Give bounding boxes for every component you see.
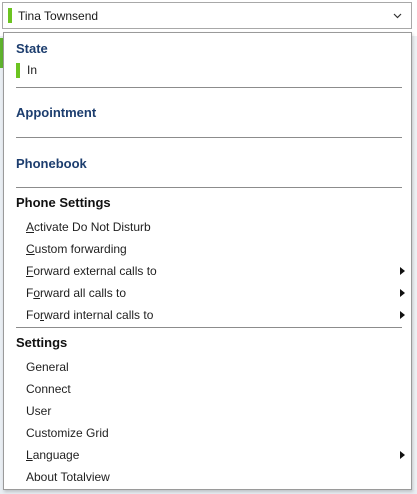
separator xyxy=(16,87,402,88)
submenu-arrow-icon xyxy=(398,266,406,276)
menu-item-user[interactable]: User xyxy=(26,401,408,421)
user-status-indicator xyxy=(8,8,12,23)
menu-item-label: Forward all calls to xyxy=(26,286,127,300)
menu-item-label: General xyxy=(26,360,69,374)
phonebook-section[interactable]: Phonebook xyxy=(16,156,87,171)
background-app-edge-right xyxy=(412,36,417,494)
menu-item-label: Forward external calls to xyxy=(26,264,157,278)
submenu-arrow-icon xyxy=(398,450,406,460)
menu-item-label: About Totalview xyxy=(26,470,110,484)
state-color-indicator xyxy=(16,62,20,78)
menu-item-activate-dnd[interactable]: Activate Do Not Disturb xyxy=(26,217,408,237)
menu-item-label: Connect xyxy=(26,382,71,396)
menu-item-label: Forward internal calls to xyxy=(26,308,154,322)
menu-item-label: Activate Do Not Disturb xyxy=(26,220,151,234)
state-section-title: State xyxy=(16,41,48,56)
chevron-down-icon[interactable] xyxy=(391,10,403,22)
menu-item-general[interactable]: General xyxy=(26,357,408,377)
background-app-edge-bottom xyxy=(0,490,417,494)
menu-item-custom-forwarding[interactable]: Custom forwarding xyxy=(26,239,408,259)
submenu-arrow-icon xyxy=(398,310,406,320)
menu-item-label: Customize Grid xyxy=(26,426,109,440)
menu-item-forward-external[interactable]: Forward external calls to xyxy=(26,261,408,281)
menu-item-connect[interactable]: Connect xyxy=(26,379,408,399)
user-menu: State In Appointment Phonebook Phone Set… xyxy=(3,32,412,490)
state-current[interactable]: In xyxy=(16,62,37,78)
separator xyxy=(16,327,402,328)
separator xyxy=(16,187,402,188)
state-current-label: In xyxy=(27,63,38,77)
separator xyxy=(16,137,402,138)
menu-item-forward-all[interactable]: Forward all calls to xyxy=(26,283,408,303)
menu-item-language[interactable]: Language xyxy=(26,445,408,465)
menu-item-customize-grid[interactable]: Customize Grid xyxy=(26,423,408,443)
menu-item-about[interactable]: About Totalview xyxy=(26,467,408,487)
menu-item-label: Custom forwarding xyxy=(26,242,127,256)
settings-section-title: Settings xyxy=(16,335,68,350)
appointment-section[interactable]: Appointment xyxy=(16,105,96,120)
submenu-arrow-icon xyxy=(398,288,406,298)
menu-item-label: User xyxy=(26,404,52,418)
phone-settings-section-title: Phone Settings xyxy=(16,195,111,210)
user-selector[interactable]: Tina Townsend xyxy=(2,2,412,29)
menu-item-label: Language xyxy=(26,448,80,462)
menu-item-forward-internal[interactable]: Forward internal calls to xyxy=(26,305,408,325)
user-name: Tina Townsend xyxy=(18,8,99,23)
